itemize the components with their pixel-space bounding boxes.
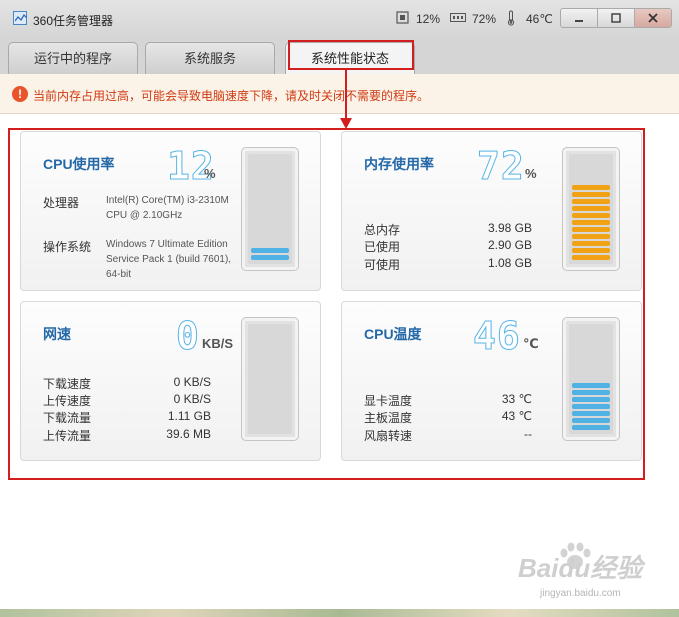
gauge-segment — [572, 192, 610, 197]
memory-row-value: 2.90 GB — [487, 238, 532, 252]
minimize-icon[interactable] — [561, 9, 597, 27]
temperature-value: 46 — [473, 314, 521, 358]
network-gauge — [241, 317, 299, 441]
memory-row-value: 3.98 GB — [487, 221, 532, 235]
memory-gauge — [562, 147, 620, 271]
warning-icon: ! — [12, 86, 28, 102]
gauge-segment — [251, 248, 289, 253]
memory-row-label: 已使用 — [364, 240, 401, 254]
temperature-stat: 46℃ — [526, 12, 553, 26]
maximize-icon[interactable] — [597, 9, 634, 27]
close-icon[interactable] — [634, 9, 671, 27]
memory-unit: % — [525, 166, 537, 181]
watermark: Baidu经验 jingyan.baidu.com — [518, 542, 648, 610]
memory-panel: 内存使用率 72 % 总内存 3.98 GB 已使用 2.90 GB 可使用 1… — [341, 131, 642, 291]
temperature-row-value: 33 ℃ — [501, 392, 532, 406]
network-panel: 网速 0 KB/S 下载速度 0 KB/S 上传速度 0 KB/S 下载流量 1… — [20, 301, 321, 461]
os-value-line3: 64-bit — [106, 269, 132, 280]
tab-system-services[interactable]: 系统服务 — [145, 42, 275, 74]
cpu-icon — [396, 11, 409, 24]
cpu-panel: CPU使用率 12 % 处理器 Intel(R) Core(TM) i3-231… — [20, 131, 321, 291]
gauge-segment — [572, 234, 610, 239]
gauge-segment — [572, 185, 610, 190]
gauge-segment — [572, 397, 610, 402]
tab-running-programs[interactable]: 运行中的程序 — [8, 42, 138, 74]
thermometer-icon — [507, 10, 515, 26]
gauge-segment — [572, 404, 610, 409]
gauge-segment — [572, 383, 610, 388]
memory-value: 72 — [477, 144, 525, 188]
watermark-text: Baidu经验 — [518, 553, 643, 583]
cpu-stat: 12% — [416, 12, 441, 26]
network-row-value: 0 KB/S — [173, 375, 211, 389]
gauge-segment — [572, 418, 610, 423]
gauge-segment — [572, 255, 610, 260]
memory-stat: 72% — [472, 12, 497, 26]
temperature-row-label: 显卡温度 — [364, 394, 413, 408]
temperature-row-label: 主板温度 — [364, 411, 413, 425]
gauge-segment — [572, 248, 610, 253]
gauge-segment — [572, 199, 610, 204]
processor-value-line1: Intel(R) Core(TM) i3-2310M — [106, 195, 229, 206]
processor-label: 处理器 — [43, 196, 80, 210]
gauge-segment — [572, 390, 610, 395]
gauge-segment — [572, 220, 610, 225]
memory-icon — [450, 13, 466, 22]
gauge-segment — [572, 213, 610, 218]
processor-value-line2: CPU @ 2.10GHz — [106, 210, 183, 221]
network-row-value: 0 KB/S — [173, 392, 211, 406]
warning-text: 当前内存占用过高，可能会导致电脑速度下降，请及时关闭不需要的程序。 — [33, 89, 430, 103]
annotation-arrow — [340, 68, 352, 129]
network-row-value: 1.11 GB — [167, 409, 211, 423]
app-title: 360任务管理器 — [33, 14, 114, 28]
gauge-segment — [572, 241, 610, 246]
network-unit: KB/S — [202, 336, 234, 351]
temperature-row-value: -- — [524, 427, 532, 441]
window-controls — [560, 8, 672, 28]
cpu-gauge — [241, 147, 299, 271]
memory-row-value: 1.08 GB — [487, 256, 532, 270]
network-value: 0 — [176, 314, 200, 358]
highlight-box-tab — [288, 40, 414, 70]
temperature-panel: CPU温度 46 ℃ 显卡温度 33 ℃ 主板温度 43 ℃ 风扇转速 -- — [341, 301, 642, 461]
network-row-label: 下载速度 — [43, 377, 92, 391]
gauge-segment — [572, 206, 610, 211]
os-value-line1: Windows 7 Ultimate Edition — [106, 239, 228, 250]
os-label: 操作系统 — [43, 240, 92, 254]
memory-title: 内存使用率 — [364, 156, 434, 172]
temperature-row-label: 风扇转速 — [364, 429, 413, 443]
background-decoration — [0, 609, 679, 617]
network-row-label: 下载流量 — [43, 411, 92, 425]
temperature-gauge — [562, 317, 620, 441]
gauge-segment — [251, 255, 289, 260]
network-title: 网速 — [43, 326, 71, 342]
gauge-segment — [572, 227, 610, 232]
temperature-row-value: 43 ℃ — [501, 409, 532, 423]
temperature-unit: ℃ — [523, 336, 539, 351]
watermark-url: jingyan.baidu.com — [540, 588, 621, 599]
os-value-line2: Service Pack 1 (build 7601), — [106, 254, 232, 265]
gauge-segment — [572, 425, 610, 430]
app-logo-icon — [13, 11, 27, 25]
memory-row-label: 总内存 — [364, 223, 401, 237]
gauge-segment — [572, 411, 610, 416]
network-row-label: 上传速度 — [43, 394, 92, 408]
cpu-unit: % — [204, 166, 216, 181]
temperature-title: CPU温度 — [364, 326, 422, 342]
network-row-label: 上传流量 — [43, 429, 92, 443]
memory-row-label: 可使用 — [364, 258, 401, 272]
network-row-value: 39.6 MB — [166, 427, 211, 441]
title-bar: 360任务管理器 12% 72% 46℃ — [0, 0, 679, 38]
cpu-title: CPU使用率 — [43, 156, 115, 172]
